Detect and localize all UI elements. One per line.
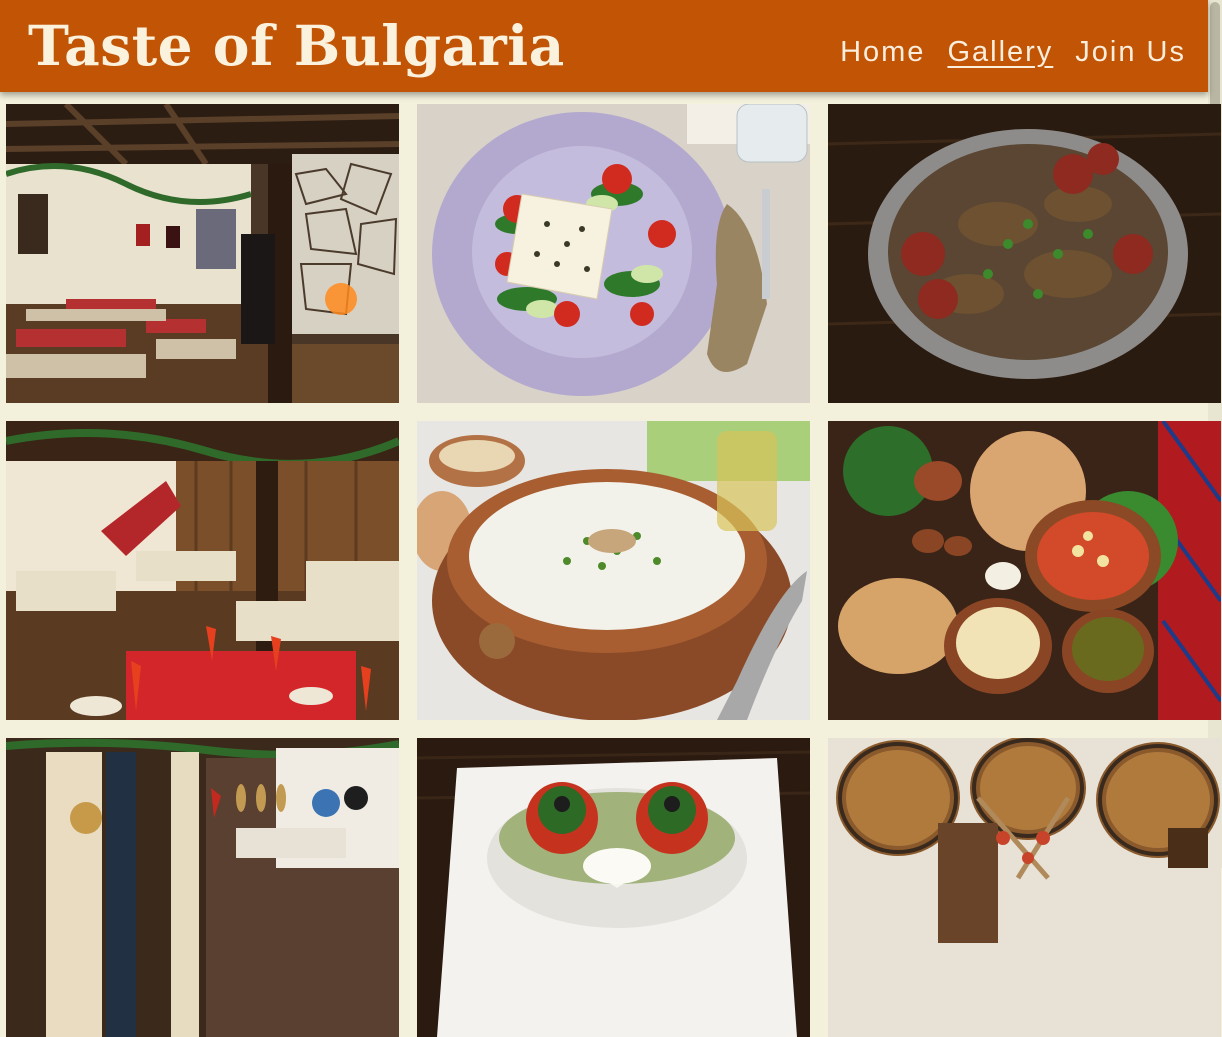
gallery-photo-interior-1[interactable] — [6, 104, 399, 403]
spread-photo-image — [828, 421, 1221, 720]
tomatoes-photo-image — [417, 738, 810, 1037]
main-nav: Home Gallery Join Us — [840, 34, 1186, 70]
nav-join-us-link[interactable]: Join Us — [1075, 34, 1186, 70]
nav-gallery-link[interactable]: Gallery — [947, 34, 1053, 70]
gallery-photo-interior-2[interactable] — [6, 421, 399, 720]
site-logo[interactable]: Taste of Bulgaria — [28, 6, 565, 86]
salad-photo-image — [417, 104, 810, 403]
soup-photo-image — [417, 421, 810, 720]
gallery-photo-interior-3[interactable] — [6, 738, 399, 1037]
site-header: Taste of Bulgaria Home Gallery Join Us — [0, 0, 1208, 92]
interior-photo-image — [6, 104, 399, 403]
gallery-photo-barrels[interactable] — [828, 738, 1221, 1037]
gallery-photo-stew[interactable] — [828, 104, 1221, 403]
curtain-room-photo-image — [6, 738, 399, 1037]
stew-photo-image — [828, 104, 1221, 403]
gallery-photo-soup[interactable] — [417, 421, 810, 720]
gallery-photo-salad[interactable] — [417, 104, 810, 403]
gallery-photo-tomatoes[interactable] — [417, 738, 810, 1037]
photo-gallery — [6, 104, 1221, 1037]
gallery-photo-spread[interactable] — [828, 421, 1221, 720]
nav-home-link[interactable]: Home — [840, 34, 925, 70]
dining-room-photo-image — [6, 421, 399, 720]
barrels-photo-image — [828, 738, 1221, 1037]
